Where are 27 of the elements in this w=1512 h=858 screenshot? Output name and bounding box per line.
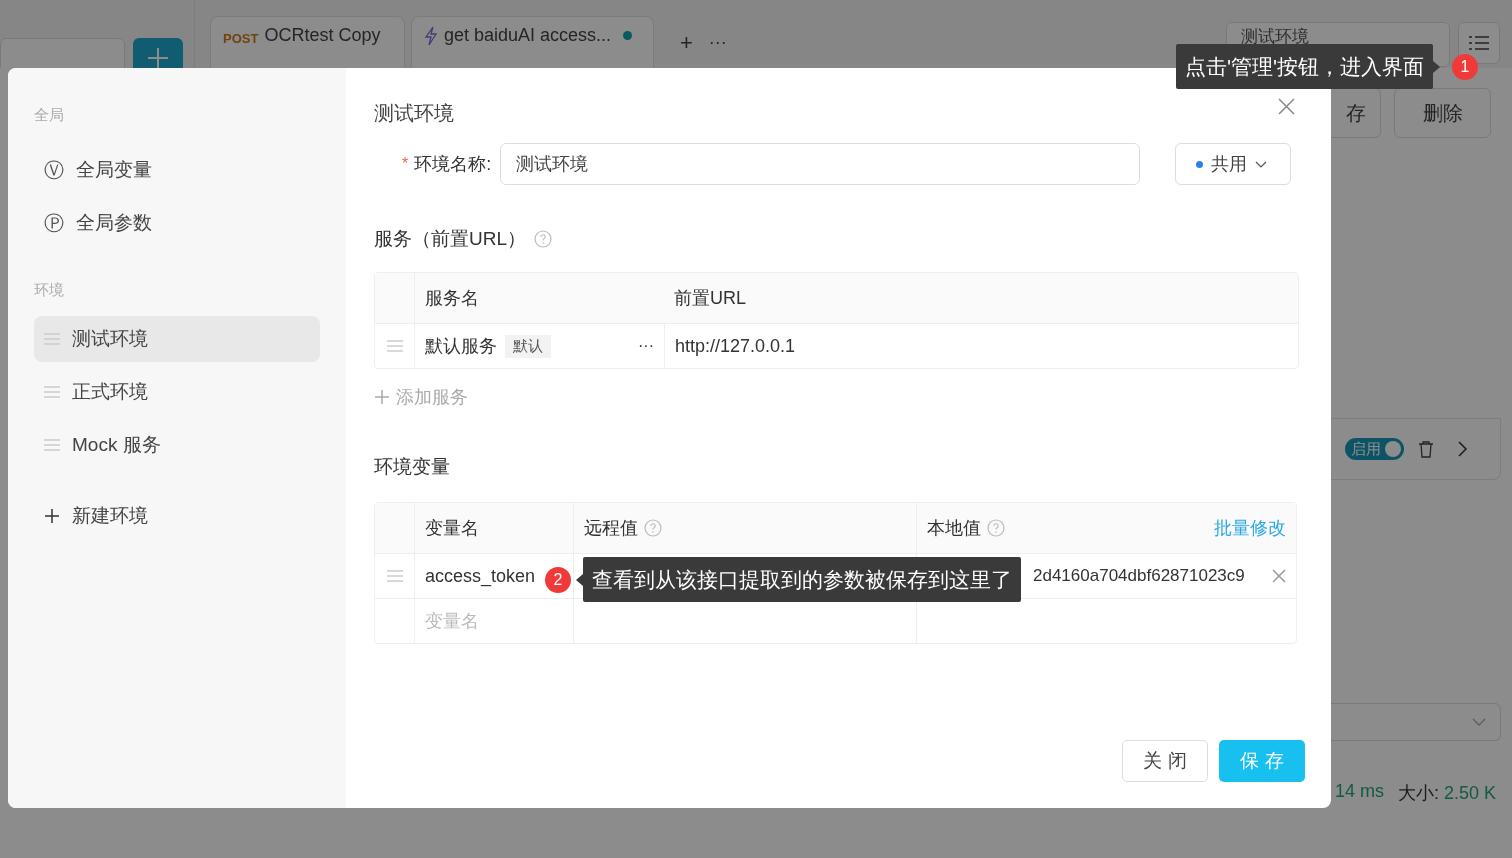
local-value: 2d4160a704dbf62871023c9: [1033, 566, 1245, 586]
section-title: 环境变量: [374, 455, 450, 479]
tab-title: OCRtest Copy: [264, 25, 381, 47]
service-name: 默认服务: [425, 335, 497, 358]
response-time: 14 ms: [1335, 781, 1385, 803]
method-label: POST: [223, 30, 259, 48]
default-tag: 默认: [505, 334, 551, 358]
field-label: 环境名称:: [414, 153, 492, 176]
column-header: 本地值: [927, 517, 981, 540]
column-header: 远程值: [584, 517, 638, 540]
tooltip: 点击'管理'按钮，进入界面: [1176, 44, 1434, 89]
size-label: 大小:: [1398, 783, 1440, 803]
dialog-title: 测试环境: [374, 101, 454, 126]
url-value: http://127.0.0.1: [675, 335, 796, 357]
column-header: 变量名: [425, 517, 479, 540]
size-value: 2.50 K: [1444, 783, 1497, 803]
tab-title: get baiduAI access...: [444, 25, 612, 47]
section-title: 服务（前置URL）: [374, 227, 526, 251]
column-header: 前置URL: [674, 287, 746, 310]
column-header: 服务名: [425, 287, 479, 310]
required-mark: *: [402, 155, 409, 173]
section-label: 环境: [34, 281, 65, 300]
circled-letter-icon: Ⓟ: [44, 209, 64, 237]
tooltip: 查看到从该接口提取到的参数被保存到这里了: [583, 557, 1021, 602]
variable-name: access_token: [425, 565, 536, 587]
circled-letter-icon: Ⓥ: [44, 156, 64, 184]
section-label: 全局: [34, 106, 65, 125]
